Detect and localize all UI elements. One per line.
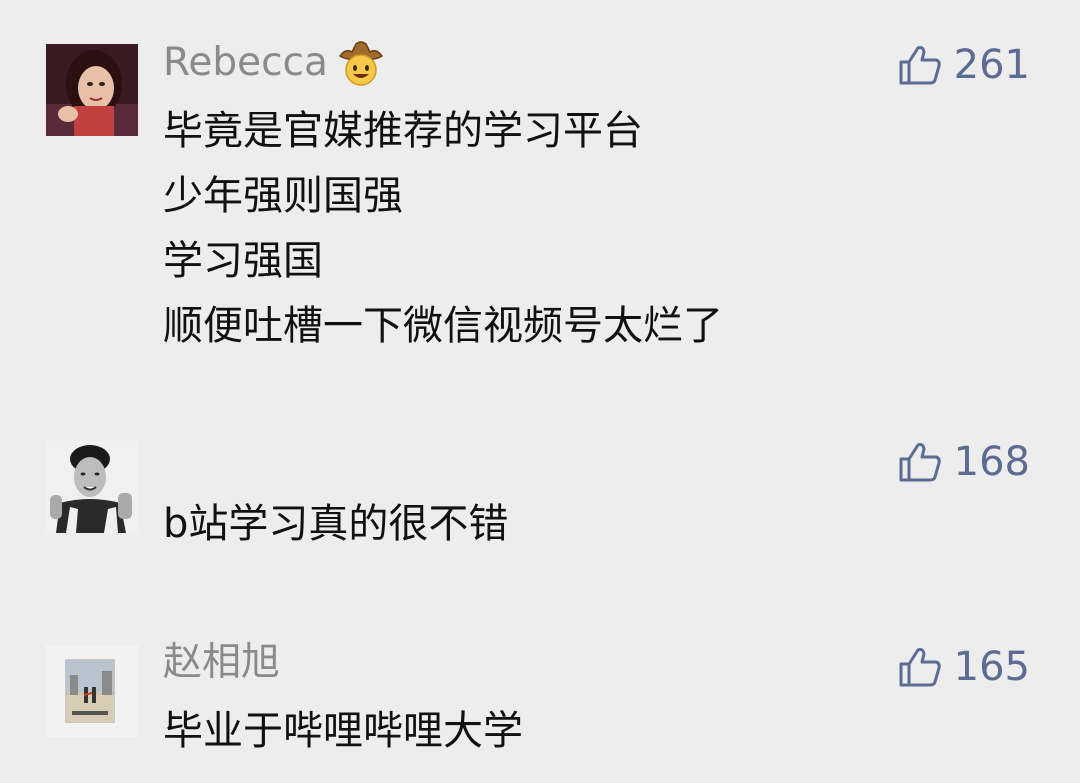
comment-item: Rebecca 261 毕竟是官媒推荐的学习平台 少年强则国强 学习强国 顺便吐… bbox=[0, 0, 1080, 400]
comment-line: b站学习真的很不错 bbox=[163, 501, 509, 547]
thumbs-up-icon bbox=[899, 46, 941, 85]
comment-item: 赵相旭 165 毕业于哔哩哔哩大学 bbox=[0, 620, 1080, 783]
avatar-photo bbox=[46, 441, 138, 533]
thumbs-up-icon bbox=[899, 443, 941, 482]
comment-line: 少年强则国强 bbox=[163, 173, 403, 219]
thumbs-up-icon bbox=[899, 648, 941, 687]
like-count: 165 bbox=[953, 644, 1030, 690]
username-text: 赵相旭 bbox=[163, 640, 281, 685]
like-button[interactable]: 165 bbox=[898, 644, 1030, 690]
username[interactable]: Rebecca bbox=[163, 40, 386, 86]
like-button[interactable]: 261 bbox=[898, 42, 1030, 88]
username[interactable]: 赵相旭 bbox=[163, 640, 280, 686]
comment-line: 顺便吐槽一下微信视频号太烂了 bbox=[163, 303, 723, 349]
avatar[interactable] bbox=[46, 645, 138, 737]
avatar-photo bbox=[46, 645, 138, 737]
comment-text: b站学习真的很不错 bbox=[163, 492, 508, 557]
comment-text: 毕竟是官媒推荐的学习平台 少年强则国强 学习强国 顺便吐槽一下微信视频号太烂了 bbox=[163, 99, 723, 359]
comment-line: 学习强国 bbox=[163, 238, 323, 284]
username-text: Rebecca bbox=[163, 40, 328, 85]
avatar[interactable] bbox=[46, 44, 138, 136]
avatar-photo bbox=[46, 44, 138, 136]
comment-text: 毕业于哔哩哔哩大学 bbox=[163, 699, 523, 764]
like-count: 261 bbox=[953, 42, 1030, 88]
like-button[interactable]: 168 bbox=[898, 439, 1030, 485]
comment-item: 168 b站学习真的很不错 bbox=[0, 400, 1080, 620]
comment-line: 毕业于哔哩哔哩大学 bbox=[163, 708, 523, 754]
cowboy-emoji-icon bbox=[336, 40, 386, 86]
comment-line: 毕竟是官媒推荐的学习平台 bbox=[163, 108, 643, 154]
like-count: 168 bbox=[953, 439, 1030, 485]
avatar[interactable] bbox=[46, 441, 138, 533]
